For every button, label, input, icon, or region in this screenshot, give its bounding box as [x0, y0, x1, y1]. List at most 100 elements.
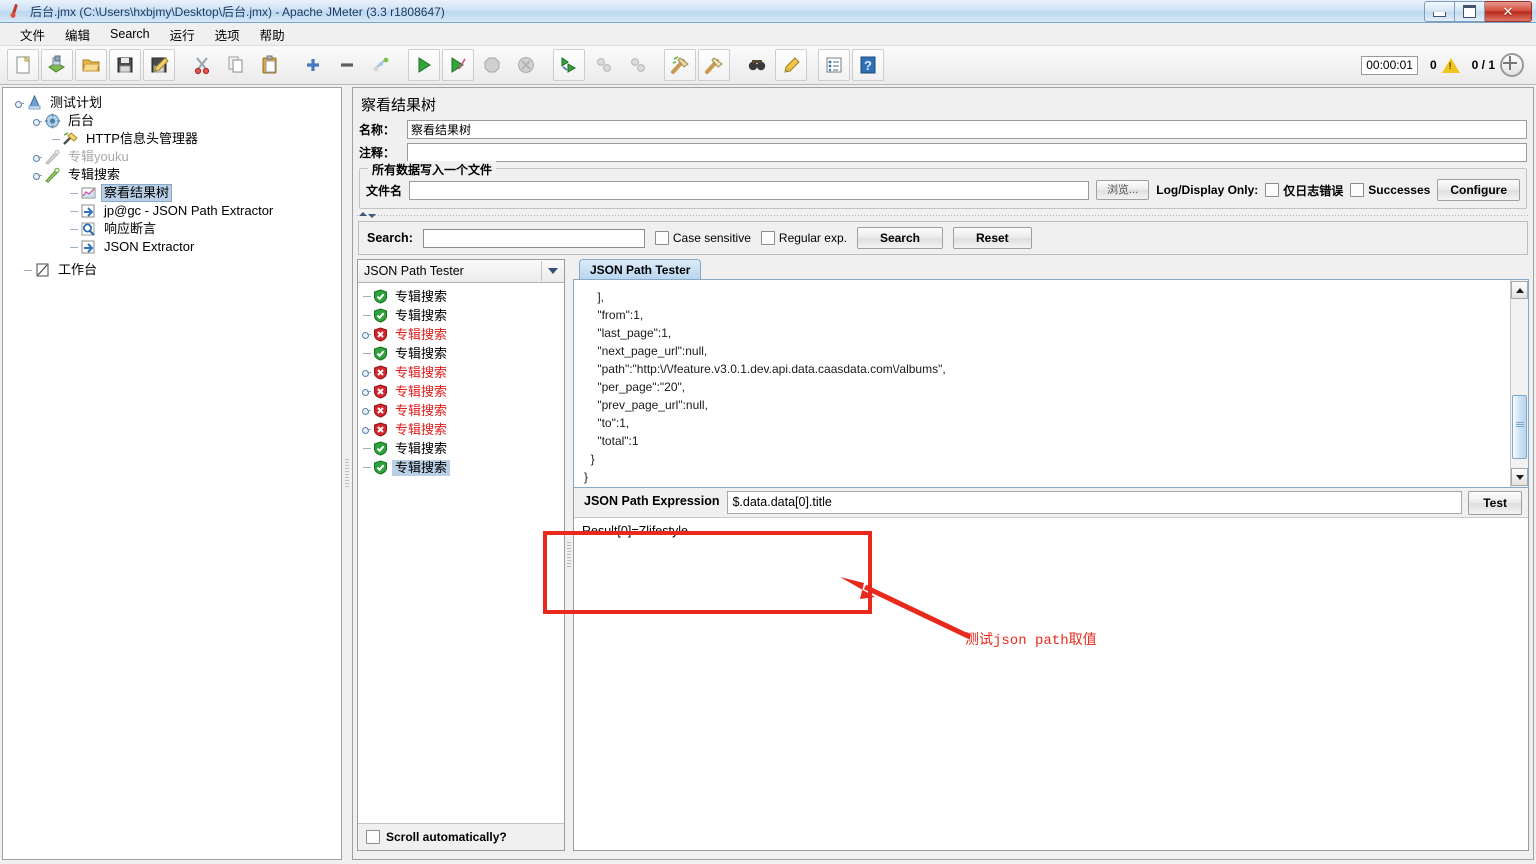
browse-button[interactable]: 浏览...: [1096, 180, 1150, 200]
jmeter-window: 后台.jmx (C:\Users\hxbjmy\Desktop\后台.jmx) …: [0, 0, 1536, 864]
shutdown-remote-icon[interactable]: [621, 49, 653, 81]
results-splitter[interactable]: [565, 259, 573, 851]
list-item[interactable]: 专辑搜索: [362, 325, 564, 344]
errors-only-label: 仅日志错误: [1283, 183, 1344, 198]
clear-all-icon[interactable]: [698, 49, 730, 81]
panel-split-handle[interactable]: [357, 212, 1529, 219]
start-icon[interactable]: [408, 49, 440, 81]
tab-json-path-tester[interactable]: JSON Path Tester: [579, 259, 702, 279]
function-helper-icon[interactable]: [818, 49, 850, 81]
menu-file[interactable]: 文件: [10, 23, 55, 46]
maximize-button[interactable]: [1455, 0, 1485, 22]
menu-edit[interactable]: 编辑: [55, 23, 100, 46]
tree-toggle-icon[interactable]: [362, 406, 371, 415]
menu-options[interactable]: 选项: [205, 23, 250, 46]
list-item[interactable]: 专辑搜索: [362, 382, 564, 401]
tree-toggle-icon[interactable]: [362, 330, 371, 339]
search-button[interactable]: Search: [856, 227, 943, 249]
tree-toggle-icon[interactable]: [33, 153, 42, 162]
list-item[interactable]: 专辑搜索: [362, 439, 564, 458]
stop-icon[interactable]: [476, 49, 508, 81]
new-icon[interactable]: [7, 49, 39, 81]
menu-search[interactable]: Search: [100, 25, 160, 43]
start-remote-icon[interactable]: [553, 49, 585, 81]
search-reset-icon[interactable]: [775, 49, 807, 81]
help-icon[interactable]: ?: [852, 49, 884, 81]
test-button[interactable]: Test: [1468, 490, 1522, 515]
tree-node-album-search-sampler[interactable]: 专辑搜索: [9, 166, 341, 184]
menu-help[interactable]: 帮助: [250, 23, 295, 46]
errors-only-checkbox[interactable]: [1265, 183, 1280, 197]
close-button[interactable]: ✕: [1485, 0, 1532, 22]
tree-toggle-icon[interactable]: [33, 171, 42, 180]
clear-icon[interactable]: [664, 49, 696, 81]
list-item[interactable]: 专辑搜索: [362, 420, 564, 439]
scroll-automatically-row[interactable]: Scroll automatically?: [358, 823, 564, 850]
scroll-track[interactable]: [1512, 300, 1527, 467]
start-no-timers-icon[interactable]: [442, 49, 474, 81]
tree-toggle-icon[interactable]: [33, 117, 42, 126]
tree-node-thread-group[interactable]: 后台: [9, 112, 341, 130]
copy-icon[interactable]: [220, 49, 252, 81]
name-input[interactable]: 察看结果树: [407, 120, 1527, 139]
errors-only-checkbox-row[interactable]: 仅日志错误: [1265, 182, 1343, 199]
tree-node-workbench[interactable]: 工作台: [9, 261, 341, 279]
tree-node-youku-sampler[interactable]: 专辑youku: [9, 148, 341, 166]
configure-button[interactable]: Configure: [1437, 179, 1520, 201]
tree-node-json-path-extractor[interactable]: jp@gc - JSON Path Extractor: [9, 202, 341, 220]
open-icon[interactable]: [75, 49, 107, 81]
list-item[interactable]: 专辑搜索: [362, 401, 564, 420]
expression-input[interactable]: $.data.data[0].title: [727, 491, 1463, 514]
tree-node-test-plan[interactable]: 测试计划: [9, 94, 341, 112]
reset-button[interactable]: Reset: [952, 227, 1032, 249]
status-pass-icon: [373, 460, 388, 475]
stop-remote-icon[interactable]: [587, 49, 619, 81]
templates-icon[interactable]: [41, 49, 73, 81]
successes-checkbox-row[interactable]: Successes: [1350, 183, 1430, 197]
tree-toggle-icon[interactable]: [362, 368, 371, 377]
search-input[interactable]: [422, 228, 645, 248]
expand-icon[interactable]: [297, 49, 329, 81]
regular-exp-row[interactable]: Regular exp.: [760, 231, 847, 245]
json-vertical-scrollbar[interactable]: [1510, 280, 1528, 487]
comment-input[interactable]: [407, 143, 1527, 162]
tree-toggle-icon[interactable]: [362, 425, 371, 434]
scroll-automatically-checkbox[interactable]: [366, 830, 380, 844]
list-item[interactable]: 专辑搜索: [362, 344, 564, 363]
minimize-button[interactable]: [1424, 0, 1455, 22]
tree-toggle-icon[interactable]: [15, 99, 24, 108]
collapse-icon[interactable]: [331, 49, 363, 81]
toggle-icon[interactable]: [365, 49, 397, 81]
list-item[interactable]: 专辑搜索: [362, 306, 564, 325]
tree-node-header-manager[interactable]: HTTP信息头管理器: [9, 130, 341, 148]
cut-icon[interactable]: [186, 49, 218, 81]
scroll-up-button[interactable]: [1511, 281, 1528, 299]
reset-gauge-icon[interactable]: [1500, 53, 1524, 77]
tree-node-label: 工作台: [58, 262, 98, 277]
json-response-text[interactable]: ], "from":1, "last_page":1, "next_page_u…: [574, 280, 1510, 487]
shutdown-icon[interactable]: [510, 49, 542, 81]
tree-node-response-assertion[interactable]: 响应断言: [9, 220, 341, 238]
list-item[interactable]: 专辑搜索: [362, 287, 564, 306]
successes-checkbox[interactable]: [1350, 183, 1365, 197]
case-sensitive-checkbox[interactable]: [654, 231, 669, 245]
tree-node-view-results-tree[interactable]: 察看结果树: [9, 184, 341, 202]
list-item[interactable]: 专辑搜索: [362, 363, 564, 382]
paste-icon[interactable]: [254, 49, 286, 81]
save-icon[interactable]: [109, 49, 141, 81]
case-sensitive-row[interactable]: Case sensitive: [654, 231, 751, 245]
scroll-down-button[interactable]: [1511, 468, 1528, 486]
save-as-icon[interactable]: [143, 49, 175, 81]
list-item[interactable]: 专辑搜索: [362, 458, 564, 477]
regular-exp-checkbox[interactable]: [760, 231, 775, 245]
chevron-down-icon[interactable]: [541, 261, 564, 281]
renderer-combo[interactable]: JSON Path Tester: [358, 260, 564, 283]
menu-run[interactable]: 运行: [160, 23, 205, 46]
warning-triangle-icon[interactable]: [1441, 57, 1460, 73]
scroll-thumb[interactable]: [1512, 395, 1527, 459]
tree-toggle-icon[interactable]: [362, 387, 371, 396]
tree-node-json-extractor[interactable]: JSON Extractor: [9, 238, 341, 256]
main-splitter[interactable]: [342, 87, 352, 860]
search-icon[interactable]: [741, 49, 773, 81]
filename-input[interactable]: [409, 180, 1090, 200]
